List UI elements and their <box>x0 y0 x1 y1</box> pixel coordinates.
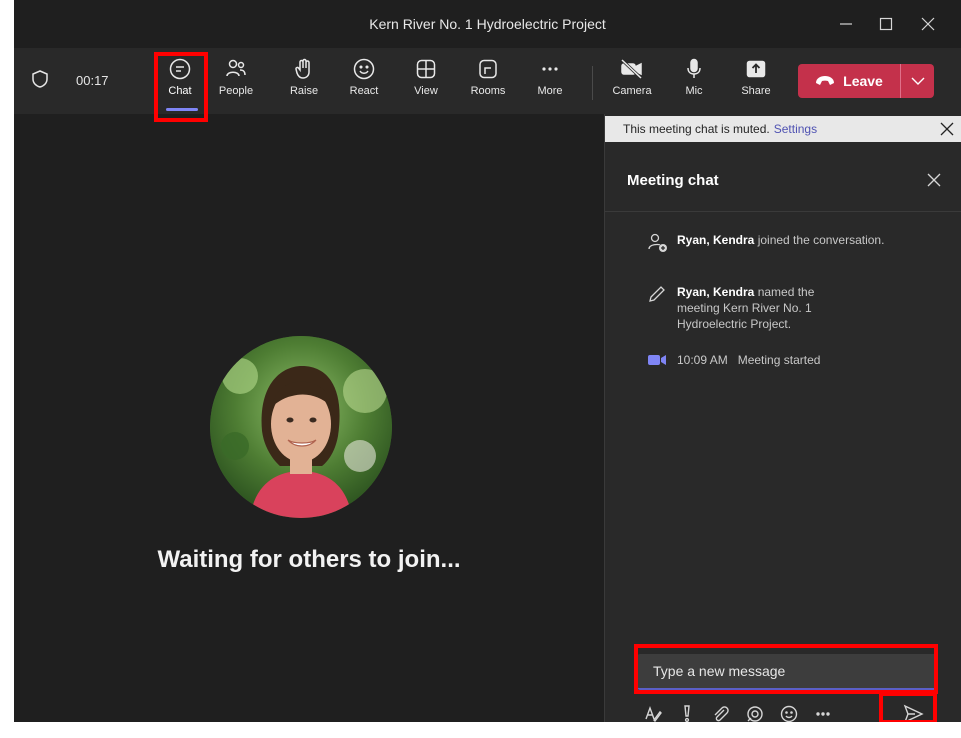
rooms-button[interactable]: Rooms <box>462 56 514 108</box>
close-icon <box>921 17 935 31</box>
loop-button[interactable] <box>743 702 767 722</box>
video-icon <box>648 355 666 365</box>
rooms-label: Rooms <box>470 85 506 97</box>
more-icon <box>816 712 830 716</box>
muted-banner-text: This meeting chat is muted. <box>623 122 770 136</box>
chevron-down-icon <box>911 77 924 85</box>
minimize-icon <box>840 23 852 25</box>
close-window-button[interactable] <box>908 8 948 40</box>
share-icon <box>746 60 766 78</box>
maximize-button[interactable] <box>866 8 906 40</box>
event-time: 10:09 AM <box>677 353 728 367</box>
maximize-icon <box>879 17 893 31</box>
mic-button[interactable]: Mic <box>668 56 720 108</box>
send-icon <box>903 704 924 722</box>
rooms-icon <box>479 59 497 79</box>
more-options-button[interactable] <box>811 702 835 722</box>
message-compose-box[interactable] <box>637 654 937 690</box>
waiting-message: Waiting for others to join... <box>157 546 461 573</box>
camera-button[interactable]: Camera <box>606 56 658 108</box>
people-icon <box>226 59 246 77</box>
react-button[interactable]: React <box>338 56 390 108</box>
chat-header: Meeting chat <box>605 142 961 212</box>
chat-label: Chat <box>168 85 192 97</box>
meeting-stage: Waiting for others to join... <box>14 114 604 722</box>
event-user: Ryan, Kendra <box>677 233 755 247</box>
leave-button-group: Leave <box>798 64 934 98</box>
raise-hand-button[interactable]: Raise <box>278 56 330 108</box>
share-button[interactable]: Share <box>730 56 782 108</box>
camera-label: Camera <box>612 85 652 97</box>
mic-icon <box>687 58 701 78</box>
mic-label: Mic <box>685 85 703 97</box>
leave-button[interactable]: Leave <box>798 64 900 98</box>
chat-event: Ryan, Kendra named the meeting Kern Rive… <box>647 284 947 332</box>
share-label: Share <box>741 85 771 97</box>
format-icon <box>645 705 662 722</box>
window-title: Kern River No. 1 Hydroelectric Project <box>369 16 606 32</box>
attach-icon <box>714 706 729 722</box>
minimize-button[interactable] <box>826 8 866 40</box>
pencil-icon <box>649 286 665 302</box>
compose-toolbar <box>641 702 845 722</box>
more-button[interactable]: More <box>524 56 576 108</box>
settings-link[interactable]: Settings <box>774 122 817 136</box>
chat-event: 10:09 AM Meeting started <box>647 352 947 373</box>
smile-icon <box>353 58 375 80</box>
more-icon <box>542 67 558 71</box>
shield-icon <box>32 70 48 88</box>
chat-active-indicator <box>166 108 198 111</box>
event-text: joined the conversation. <box>754 233 885 247</box>
leave-label: Leave <box>843 73 883 89</box>
teams-meeting-window: Kern River No. 1 Hydroelectric Project 0… <box>14 0 961 722</box>
close-icon[interactable] <box>938 120 956 138</box>
attach-button[interactable] <box>709 702 733 722</box>
chat-event: Ryan, Kendra joined the conversation. <box>647 232 947 259</box>
important-button[interactable] <box>675 702 699 722</box>
chat-icon <box>169 58 191 80</box>
person-add-icon <box>648 233 667 252</box>
toolbar-divider <box>592 66 593 100</box>
event-text: Meeting started <box>737 353 821 367</box>
participant-avatar <box>210 336 392 518</box>
view-button[interactable]: View <box>400 56 452 108</box>
loop-icon <box>747 706 763 722</box>
camera-off-icon <box>620 58 643 80</box>
message-input[interactable] <box>637 654 937 688</box>
phone-hangup-icon <box>816 76 835 85</box>
raise-label: Raise <box>289 85 319 97</box>
chat-title: Meeting chat <box>627 172 719 189</box>
hand-icon <box>295 58 310 79</box>
more-label: More <box>537 85 563 97</box>
send-button[interactable] <box>901 702 925 722</box>
react-label: React <box>349 85 379 97</box>
format-button[interactable] <box>641 702 665 722</box>
view-label: View <box>414 85 438 97</box>
important-icon <box>684 705 690 722</box>
people-button[interactable]: People <box>210 56 262 108</box>
meeting-chat-panel: This meeting chat is muted. Settings Mee… <box>604 114 961 722</box>
leave-options-button[interactable] <box>901 64 934 98</box>
title-bar: Kern River No. 1 Hydroelectric Project <box>14 0 961 48</box>
emoji-icon <box>780 705 798 722</box>
meeting-toolbar: 00:17 Chat People Raise React View Rooms… <box>14 48 961 114</box>
emoji-button[interactable] <box>777 702 801 722</box>
meeting-timer: 00:17 <box>76 73 109 88</box>
people-label: People <box>218 85 254 97</box>
chat-button[interactable]: Chat <box>154 56 206 108</box>
grid-icon <box>416 59 436 79</box>
chat-muted-banner: This meeting chat is muted. Settings <box>605 116 961 142</box>
event-user: Ryan, Kendra <box>677 285 755 299</box>
close-icon[interactable] <box>926 172 942 188</box>
